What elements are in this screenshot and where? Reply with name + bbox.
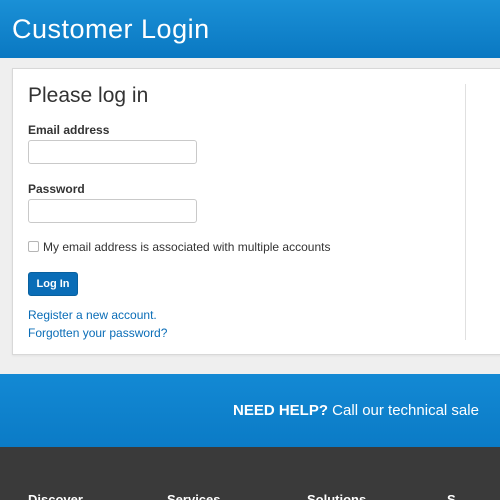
multiple-accounts-checkbox[interactable] (28, 241, 39, 252)
email-label: Email address (28, 123, 110, 137)
page: Customer Login Please log in Email addre… (0, 0, 500, 500)
password-label: Password (28, 182, 85, 196)
forgot-password-link[interactable]: Forgotten your password? (28, 326, 167, 340)
login-heading: Please log in (28, 84, 149, 107)
help-message: Call our technical sale (328, 402, 479, 419)
footer-column-1[interactable]: Discover (28, 492, 83, 500)
card-divider (465, 84, 466, 340)
help-text: NEED HELP? Call our technical sale (233, 402, 479, 419)
multiple-accounts-label[interactable]: My email address is associated with mult… (43, 240, 330, 254)
footer-column-2[interactable]: Services (167, 492, 221, 500)
page-title: Customer Login (12, 14, 210, 44)
register-link[interactable]: Register a new account. (28, 308, 157, 322)
login-button[interactable]: Log In (28, 272, 78, 296)
help-lead: NEED HELP? (233, 402, 329, 419)
page-header-banner: Customer Login (0, 0, 500, 58)
password-field[interactable] (28, 199, 197, 223)
footer-column-3[interactable]: Solutions (307, 492, 366, 500)
footer-column-4[interactable]: S (447, 492, 456, 500)
email-field[interactable] (28, 140, 197, 164)
